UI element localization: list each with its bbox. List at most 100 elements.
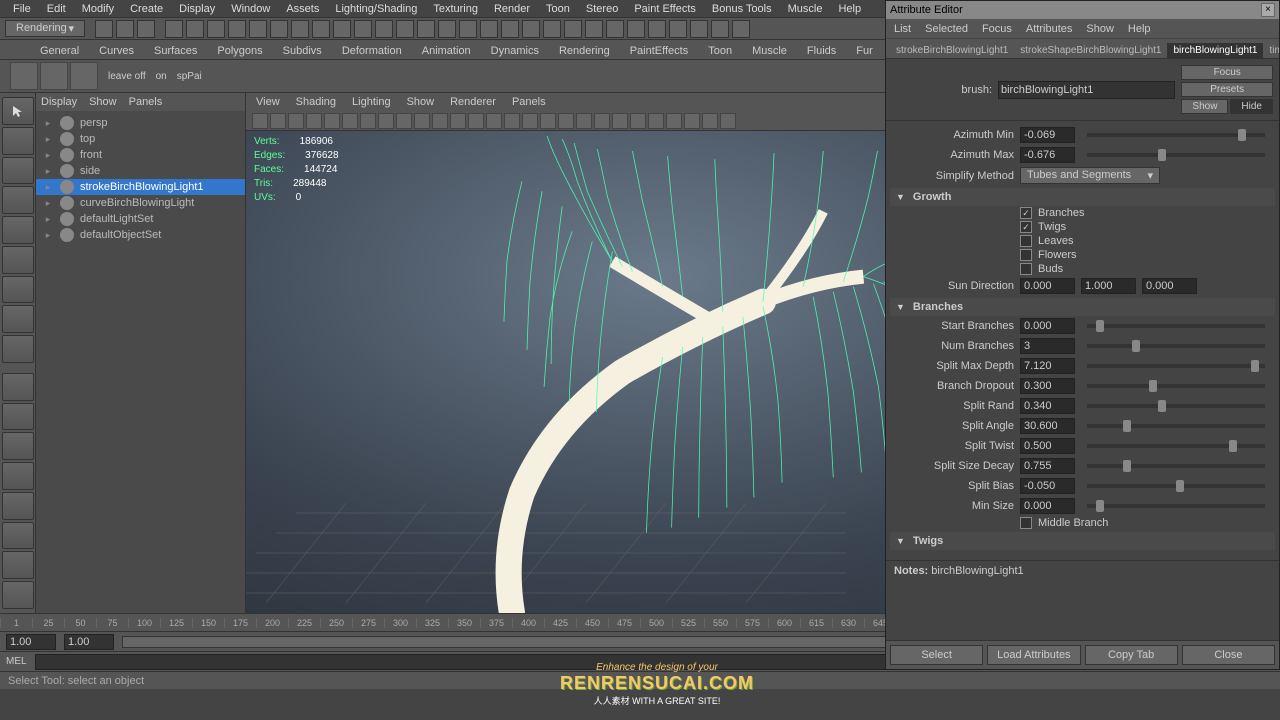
timeline-tick[interactable]: 125 [160, 618, 192, 628]
vp-icon[interactable] [666, 113, 682, 129]
tool-icon[interactable] [228, 20, 246, 38]
tab-polygons[interactable]: Polygons [207, 43, 272, 59]
tool-icon[interactable] [207, 20, 225, 38]
focus-button[interactable]: Focus [1181, 65, 1273, 80]
menu-painteffects[interactable]: Paint Effects [626, 3, 704, 15]
range-start-input[interactable] [6, 634, 56, 650]
twigs-section[interactable]: ▼Twigs [890, 532, 1275, 550]
vp-icon[interactable] [612, 113, 628, 129]
tab-general[interactable]: General [30, 43, 89, 59]
vp-icon[interactable] [378, 113, 394, 129]
menu-toon[interactable]: Toon [538, 3, 578, 15]
branches-checkbox[interactable]: ✓ [1020, 207, 1032, 219]
tab-deformation[interactable]: Deformation [332, 43, 412, 59]
timeline-tick[interactable]: 630 [832, 618, 864, 628]
paint-tool-icon[interactable] [2, 157, 34, 185]
menu-render[interactable]: Render [486, 3, 538, 15]
tool-icon[interactable] [690, 20, 708, 38]
tool-icon[interactable] [116, 20, 134, 38]
branch-dropout-input[interactable] [1020, 378, 1075, 394]
azimuth-min-slider[interactable] [1087, 133, 1265, 137]
tab-toon[interactable]: Toon [698, 43, 742, 59]
sun-x-input[interactable] [1020, 278, 1075, 294]
timeline-tick[interactable]: 550 [704, 618, 736, 628]
outliner-item[interactable]: ▸persp [36, 115, 245, 131]
lasso-tool-icon[interactable] [2, 127, 34, 155]
vp-icon[interactable] [648, 113, 664, 129]
azimuth-max-slider[interactable] [1087, 153, 1265, 157]
outliner-list[interactable]: ▸persp▸top▸front▸side▸strokeBirchBlowing… [36, 111, 245, 613]
vp-icon[interactable] [720, 113, 736, 129]
tool-icon[interactable] [669, 20, 687, 38]
tool-icon[interactable] [627, 20, 645, 38]
tool-icon[interactable] [396, 20, 414, 38]
tool-icon[interactable] [354, 20, 372, 38]
timeline-tick[interactable]: 475 [608, 618, 640, 628]
tool-icon[interactable] [564, 20, 582, 38]
menu-edit[interactable]: Edit [39, 3, 74, 15]
num-branches-slider[interactable] [1087, 344, 1265, 348]
vp-menu-lighting[interactable]: Lighting [352, 96, 391, 108]
menu-stereo[interactable]: Stereo [578, 3, 626, 15]
expand-icon[interactable]: ▸ [42, 182, 54, 193]
expand-icon[interactable]: ▸ [42, 134, 54, 145]
outliner-item[interactable]: ▸defaultLightSet [36, 211, 245, 227]
manip-tool-icon[interactable] [2, 276, 34, 304]
tab-rendering[interactable]: Rendering [549, 43, 620, 59]
rotate-tool-icon[interactable] [2, 216, 34, 244]
vp-icon[interactable] [486, 113, 502, 129]
split-size-decay-input[interactable] [1020, 458, 1075, 474]
vp-icon[interactable] [306, 113, 322, 129]
menu-assets[interactable]: Assets [278, 3, 327, 15]
attr-menu-show[interactable]: Show [1086, 23, 1114, 35]
vp-menu-panels[interactable]: Panels [512, 96, 546, 108]
timeline-tick[interactable]: 425 [544, 618, 576, 628]
expand-icon[interactable]: ▸ [42, 166, 54, 177]
tool-icon[interactable] [459, 20, 477, 38]
outliner-item[interactable]: ▸top [36, 131, 245, 147]
vp-icon[interactable] [270, 113, 286, 129]
view-script-icon[interactable] [2, 551, 34, 579]
shelf-icon[interactable] [10, 62, 38, 90]
view-single-icon[interactable] [2, 373, 34, 401]
attr-menu-help[interactable]: Help [1128, 23, 1151, 35]
attr-tab[interactable]: strokeBirchBlowingLight1 [890, 43, 1014, 58]
num-branches-input[interactable] [1020, 338, 1075, 354]
last-tool-icon[interactable] [2, 335, 34, 363]
vp-icon[interactable] [432, 113, 448, 129]
outliner-menu-panels[interactable]: Panels [129, 96, 163, 108]
tool-icon[interactable] [95, 20, 113, 38]
tool-icon[interactable] [522, 20, 540, 38]
view-hyper-icon[interactable] [2, 522, 34, 550]
vp-menu-renderer[interactable]: Renderer [450, 96, 496, 108]
tool-icon[interactable] [585, 20, 603, 38]
menu-muscle[interactable]: Muscle [780, 3, 831, 15]
tab-animation[interactable]: Animation [412, 43, 481, 59]
outliner-item[interactable]: ▸curveBirchBlowingLight [36, 195, 245, 211]
branch-dropout-slider[interactable] [1087, 384, 1265, 388]
timeline-tick[interactable]: 325 [416, 618, 448, 628]
buds-checkbox[interactable] [1020, 263, 1032, 275]
outliner-menu-display[interactable]: Display [41, 96, 77, 108]
tab-muscle[interactable]: Muscle [742, 43, 797, 59]
timeline-tick[interactable]: 1 [0, 618, 32, 628]
vp-icon[interactable] [468, 113, 484, 129]
tab-fluids[interactable]: Fluids [797, 43, 846, 59]
split-size-decay-slider[interactable] [1087, 464, 1265, 468]
vp-icon[interactable] [342, 113, 358, 129]
tab-dynamics[interactable]: Dynamics [481, 43, 549, 59]
twigs-checkbox[interactable]: ✓ [1020, 221, 1032, 233]
attr-menu-focus[interactable]: Focus [982, 23, 1012, 35]
timeline-tick[interactable]: 250 [320, 618, 352, 628]
move-tool-icon[interactable] [2, 186, 34, 214]
tool-icon[interactable] [438, 20, 456, 38]
tool-icon[interactable] [249, 20, 267, 38]
vp-icon[interactable] [504, 113, 520, 129]
hide-button[interactable]: Hide [1230, 99, 1273, 114]
split-rand-slider[interactable] [1087, 404, 1265, 408]
view-graph-icon[interactable] [2, 492, 34, 520]
leaves-checkbox[interactable] [1020, 235, 1032, 247]
select-tool-icon[interactable] [2, 97, 34, 125]
view-misc-icon[interactable] [2, 581, 34, 609]
vp-icon[interactable] [414, 113, 430, 129]
